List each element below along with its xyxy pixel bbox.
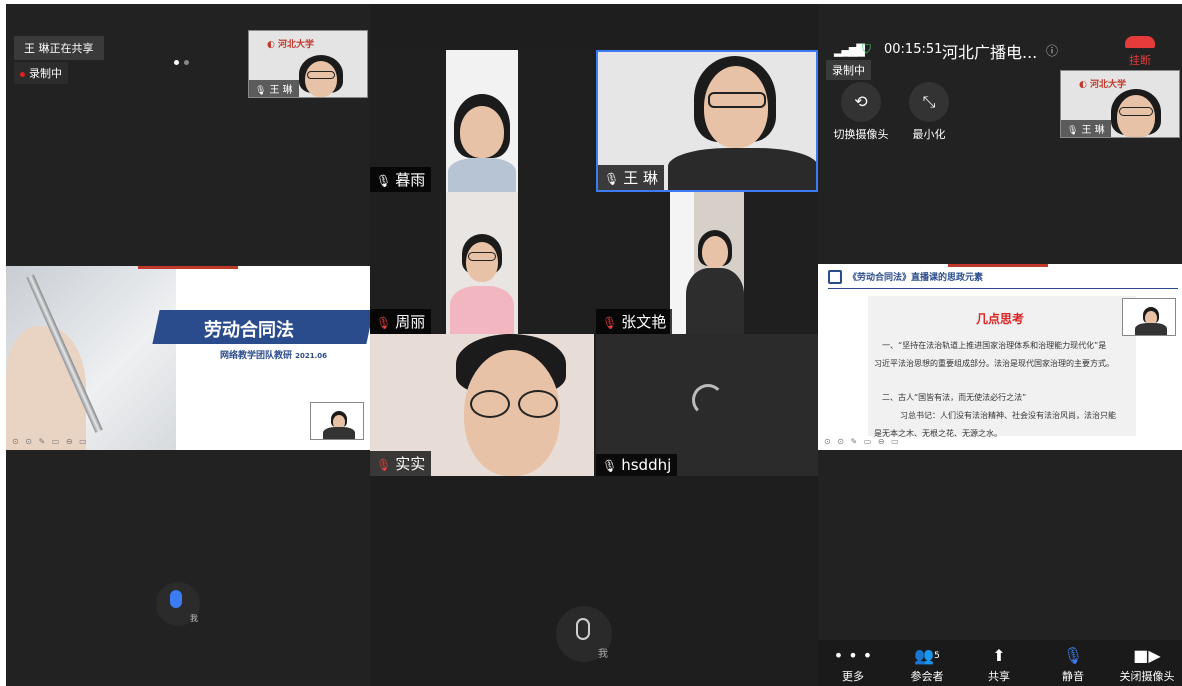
more-button[interactable]: • • • 更多	[818, 646, 888, 684]
slide-text-line: 二、古人“国皆有法，而无使法必行之法”	[882, 393, 1027, 402]
participant-name-label: 🎙 周丽	[370, 309, 432, 334]
switch-camera-label: 切换摄像头	[833, 128, 889, 141]
recording-indicator: 录制中	[826, 60, 871, 80]
recording-indicator: 录制中	[14, 62, 68, 84]
shield-icon: ⛉	[862, 42, 872, 56]
participant-tile-zhangwenyan[interactable]: 🎙 张文艳	[596, 192, 818, 334]
slide-title: 几点思考	[976, 312, 1025, 326]
mic-icon: 🎙	[376, 174, 392, 188]
camera-off-button[interactable]: ■▶ 关闭摄像头	[1112, 646, 1182, 684]
slide-title: 劳动合同法	[204, 320, 294, 341]
bottom-toolbar: • • • 更多 👥5 参会者 ⬆ 共享 🎙 静音 ■▶ 关闭摄像头	[818, 640, 1182, 686]
video-camera-icon: ■▶	[1133, 646, 1161, 665]
sharing-status: 王 琳正在共享	[14, 36, 104, 60]
participant-video	[446, 192, 518, 334]
gallery-view: 🎙 暮雨 🎙 王 琳 🎙 周丽 🎙 张文艳 🎙 实实 🎙 hsddhj 我	[370, 4, 818, 686]
page-indicator[interactable]	[174, 50, 194, 69]
self-label: 我	[190, 614, 198, 623]
self-mic-button[interactable]: 我	[556, 606, 612, 662]
university-logo: ◐ 河北大学	[1079, 80, 1126, 90]
participant-tile-hsddhj[interactable]: 🎙 hsddhj	[596, 334, 818, 476]
mini-presenter-video	[1123, 299, 1175, 335]
shared-slide: 劳动合同法 网络教学团队教研 2021.06 ⊙ ⊙ ✎ ▭ ⊖ ▭	[6, 266, 370, 450]
mini-presenter-video	[311, 403, 363, 439]
info-icon[interactable]: ⓘ	[1046, 42, 1058, 59]
meeting-screen-sharing-view: 王 琳正在共享 录制中 ◐ 河北大学 🎙 王 琳 劳动合同法 网络教学团队教研 2…	[6, 4, 370, 686]
camera-off-label: 关闭摄像头	[1119, 670, 1175, 683]
participant-tile-muyu[interactable]: 🎙 暮雨	[370, 50, 594, 192]
meeting-controls-view: ▂▄▆█ ⛉ 00:15:51 河北广播电... ⓘ 挂断 录制中 ⟲ 切换摄像…	[818, 4, 1182, 686]
mic-muted-icon: 🎙	[376, 458, 392, 472]
slide-hand-pen-image	[6, 266, 176, 450]
share-button[interactable]: ⬆ 共享	[964, 646, 1034, 684]
presenter-video-thumbnail[interactable]: ◐ 河北大学 🎙 王 琳	[1060, 70, 1180, 138]
meeting-title[interactable]: 河北广播电...	[942, 39, 1037, 63]
share-upload-icon: ⬆	[992, 646, 1006, 665]
switch-camera-button[interactable]: ⟲ 切换摄像头	[826, 82, 896, 142]
minimize-icon: ⤡	[909, 82, 949, 122]
slide-subtitle: 网络教学团队教研 2021.06	[220, 351, 328, 361]
participant-tile-wanglin[interactable]: 🎙 王 琳	[596, 50, 818, 192]
participant-video	[446, 50, 518, 192]
loading-spinner-icon	[692, 384, 724, 416]
mic-muted-icon: 🎙	[602, 316, 618, 330]
recording-label: 录制中	[29, 67, 62, 80]
slide-text-line: 习总书记：人们没有法治精神、社会没有法治风尚，法治只能	[900, 411, 1116, 420]
mic-icon: 🎙	[604, 172, 620, 186]
camera-switch-icon: ⟲	[841, 82, 881, 122]
self-mic-button[interactable]: 我	[156, 582, 200, 626]
participant-name-label: 🎙 张文艳	[596, 309, 673, 334]
mute-label: 静音	[1062, 670, 1084, 683]
self-label: 我	[598, 649, 608, 660]
mic-icon: 🎙	[1062, 646, 1084, 665]
slide-header: 《劳动合同法》直播课的思政元素	[848, 273, 984, 283]
signal-icon: ▂▄▆█	[834, 44, 865, 57]
participants-icon: 👥5	[914, 646, 940, 665]
slide-toolbar[interactable]: ⊙ ⊙ ✎ ▭ ⊖ ▭	[824, 437, 901, 446]
meeting-timer: 00:15:51	[884, 42, 943, 57]
slide-text-line: 一、“坚持在法治轨道上推进国家治理体系和治理能力现代化”是	[882, 341, 1107, 350]
university-logo: ◐ 河北大学	[267, 40, 314, 50]
mic-icon: 🎙	[255, 86, 267, 96]
shared-slide: 《劳动合同法》直播课的思政元素 几点思考 一、“坚持在法治轨道上推进国家治理体系…	[818, 264, 1182, 450]
mic-icon	[576, 618, 590, 640]
participants-count-badge: 5	[934, 651, 940, 661]
participants-label: 参会者	[910, 670, 944, 683]
participant-video	[670, 192, 744, 334]
hangup-label: 挂断	[1129, 54, 1151, 67]
mic-icon	[170, 590, 182, 608]
participant-name-label: 🎙 hsddhj	[596, 454, 678, 476]
minimize-button[interactable]: ⤡ 最小化	[894, 82, 964, 142]
participant-name-label: 🎙 实实	[370, 451, 432, 476]
participant-tile-zhouli[interactable]: 🎙 周丽	[370, 192, 594, 334]
participant-tile-shishi[interactable]: 🎙 实实	[370, 334, 594, 476]
slide-video-thumbnail[interactable]	[1122, 298, 1176, 336]
participants-button[interactable]: 👥5 参会者	[892, 646, 962, 684]
presenter-video-thumbnail[interactable]: ◐ 河北大学 🎙 王 琳	[248, 30, 368, 98]
mic-icon: 🎙	[602, 459, 618, 473]
thumbnail-name-label: 🎙 王 琳	[249, 80, 299, 97]
hangup-button[interactable]: 挂断	[1118, 34, 1162, 68]
slide-toolbar[interactable]: ⊙ ⊙ ✎ ▭ ⊖ ▭	[12, 437, 89, 446]
participant-name-label: 🎙 暮雨	[370, 167, 432, 192]
mic-icon: 🎙	[1067, 126, 1079, 136]
recording-dot-icon	[20, 71, 25, 77]
slide-text-line: 习近平法治思想的重要组成部分。法治是现代国家治理的主要方式。	[874, 359, 1114, 368]
slide-video-thumbnail[interactable]	[310, 402, 364, 440]
more-icon: • • •	[833, 646, 873, 665]
mute-button[interactable]: 🎙 静音	[1038, 646, 1108, 684]
share-label: 共享	[988, 670, 1010, 683]
participant-name-label: 🎙 王 琳	[598, 165, 665, 190]
meeting-status-bar: ▂▄▆█ ⛉ 00:15:51 河北广播电... ⓘ 挂断	[818, 34, 1182, 68]
hangup-icon	[1125, 36, 1155, 48]
slide-logo-icon	[828, 270, 842, 284]
more-label: 更多	[842, 670, 864, 683]
thumbnail-name-label: 🎙 王 琳	[1061, 120, 1111, 137]
minimize-label: 最小化	[912, 128, 946, 141]
mic-muted-icon: 🎙	[376, 316, 392, 330]
